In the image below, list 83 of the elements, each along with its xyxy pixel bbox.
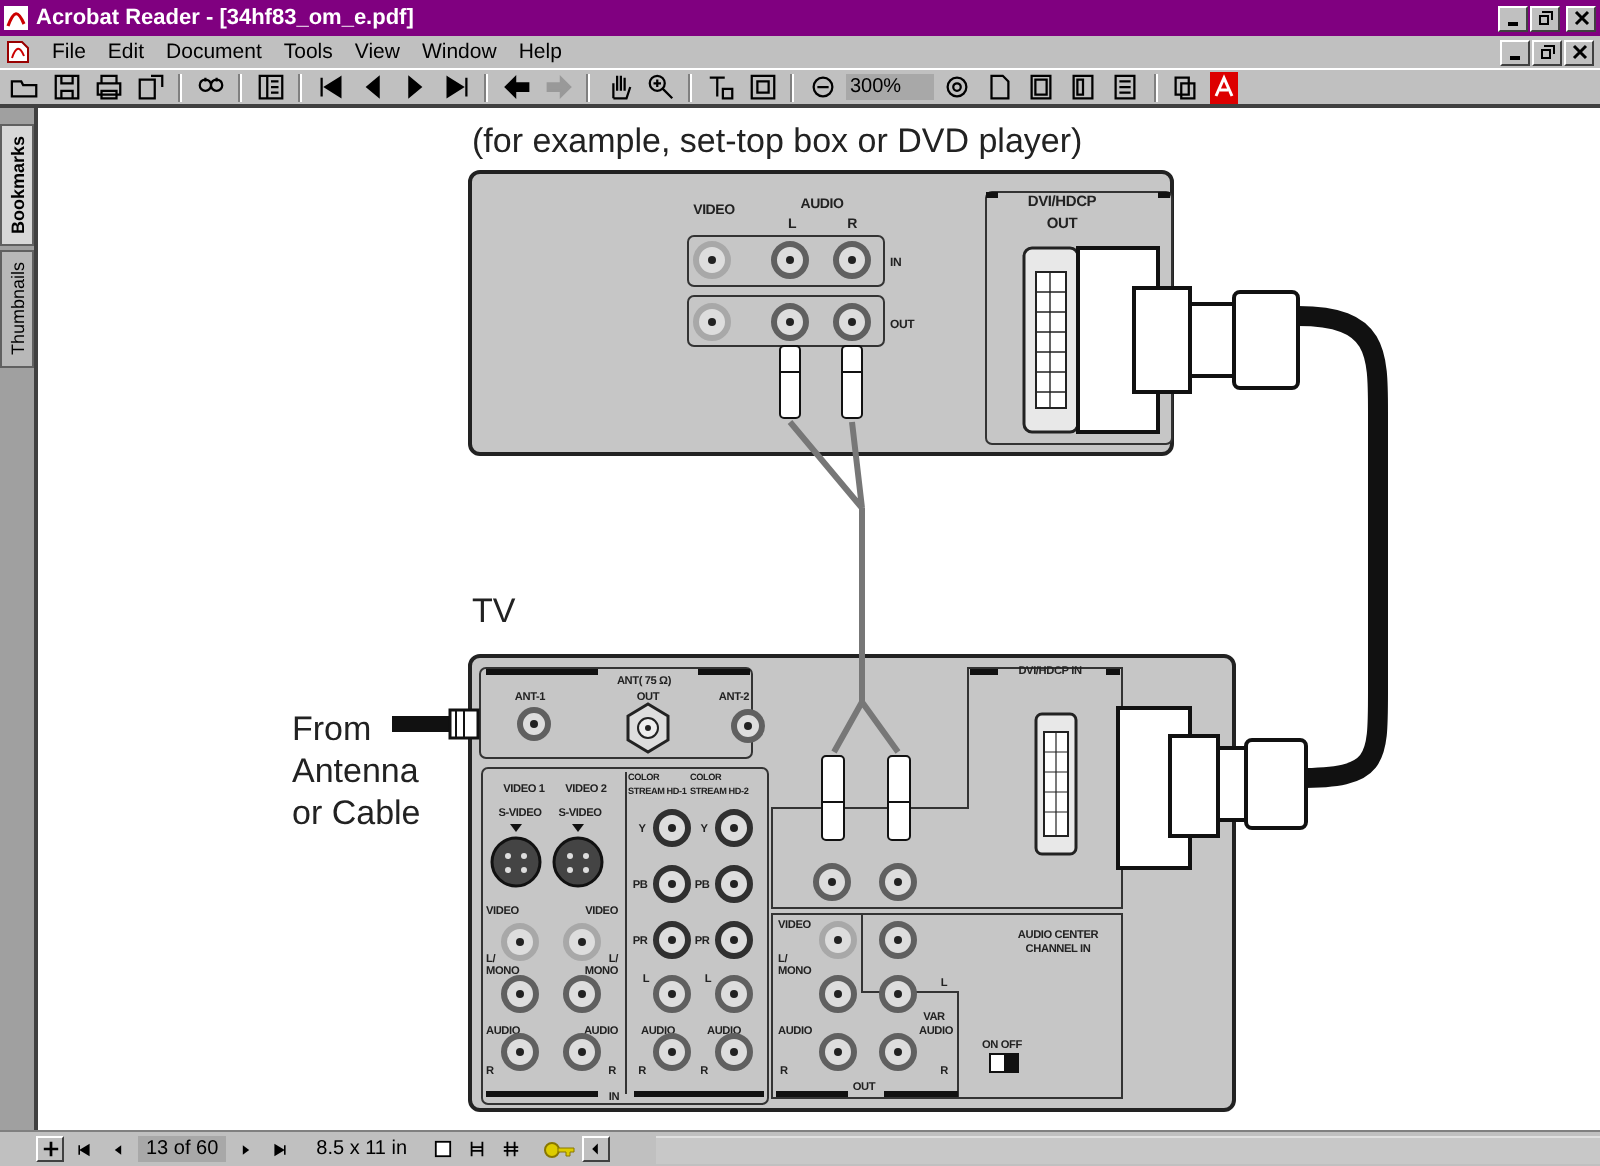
rca-jack-icon [501,923,539,961]
tv-heading: TV [472,592,516,630]
rca-jack-icon [693,303,731,341]
close-icon [1571,44,1587,60]
dvi-port-icon [1022,246,1080,434]
rca-jack-icon [833,303,871,341]
rca-jack-icon [879,1033,917,1071]
restore-icon [1539,44,1555,60]
rca-jack-icon [771,303,809,341]
single-page-button[interactable] [429,1136,458,1162]
previous-page-icon [110,1141,126,1157]
rca-jack-icon [819,1033,857,1071]
rca-jack-icon [563,975,601,1013]
dvi-port-icon [1034,712,1078,856]
window-title: Acrobat Reader - [34hf83_om_e.pdf] [36,6,414,30]
rca-jack-icon [715,975,753,1013]
rca-jack-icon [813,863,851,901]
page-number-field[interactable]: 13 of 60 [138,1136,227,1162]
s-video-jack-icon [552,824,604,888]
rca-jack-icon [819,975,857,1013]
restore-button[interactable] [1530,5,1560,31]
rca-jack-icon [715,921,753,959]
rca-jack-icon [771,241,809,279]
left-arrow-icon [588,1142,603,1156]
rca-jack-icon [653,975,691,1013]
side-tab[interactable]: Bookmarks [0,124,34,247]
side-tab[interactable]: Thumbnails [0,250,34,368]
rca-jack-icon [563,923,601,961]
navigation-pane-button[interactable] [36,1136,64,1162]
document-icon [6,40,30,64]
menu-item[interactable]: Tools [283,40,333,64]
close-icon [1573,10,1589,26]
rca-jack-icon [653,809,691,847]
last-page-icon [272,1141,289,1157]
menu-item[interactable]: Document [166,40,262,64]
plus-icon [41,1140,59,1158]
rca-jack-icon [653,865,691,903]
continuous-page-icon [468,1140,487,1158]
close-button[interactable] [1564,39,1594,65]
caption-text: (for example, set-top box or DVD player) [472,122,1083,160]
single-page-icon [434,1140,453,1158]
menu-item[interactable]: Help [518,40,562,64]
rca-jack-icon [833,241,871,279]
scroll-left-button[interactable] [581,1136,610,1162]
rca-jack-icon [879,921,917,959]
on-off-switch-icon [989,1053,1019,1073]
minimize-button[interactable] [1498,5,1528,31]
rca-jack-icon [715,809,753,847]
page-size-text: 8.5 x 11 in [314,1138,410,1160]
facing-pages-icon [502,1140,521,1158]
zoom-field[interactable]: 300% [846,74,934,100]
key-icon [543,1139,576,1159]
s-video-jack-icon [490,824,542,888]
rca-jack-icon [879,863,917,901]
menu-item[interactable]: Window [421,40,497,64]
rca-jack-icon [715,1033,753,1071]
next-page-icon [238,1141,255,1157]
rca-jack-icon [653,1033,691,1071]
restore-button[interactable] [1532,39,1562,65]
rca-jack-icon [731,709,765,743]
first-page-icon [76,1141,92,1157]
rca-jack-icon [879,975,917,1013]
source-label: Antenna [292,752,419,790]
horizontal-scrollbar[interactable] [655,1135,1600,1163]
rca-jack-icon [501,1033,539,1071]
coax-jack-icon [626,702,670,754]
menu-item[interactable]: Edit [107,40,145,64]
menu-item[interactable]: View [354,40,400,64]
rca-jack-icon [715,865,753,903]
minimize-button[interactable] [1500,39,1530,65]
rca-jack-icon [563,1033,601,1071]
rca-jack-icon [501,975,539,1013]
rca-jack-icon [517,707,551,741]
restore-icon [1537,10,1553,26]
source-label: From [292,710,372,748]
source-label: or Cable [292,794,421,832]
menu-item[interactable]: File [52,40,86,64]
close-button[interactable] [1566,5,1596,31]
rca-jack-icon [819,921,857,959]
antenna-cable-drawing [392,708,480,740]
app-logo-icon [4,6,28,30]
rca-jack-icon [693,241,731,279]
rca-jack-icon [653,921,691,959]
